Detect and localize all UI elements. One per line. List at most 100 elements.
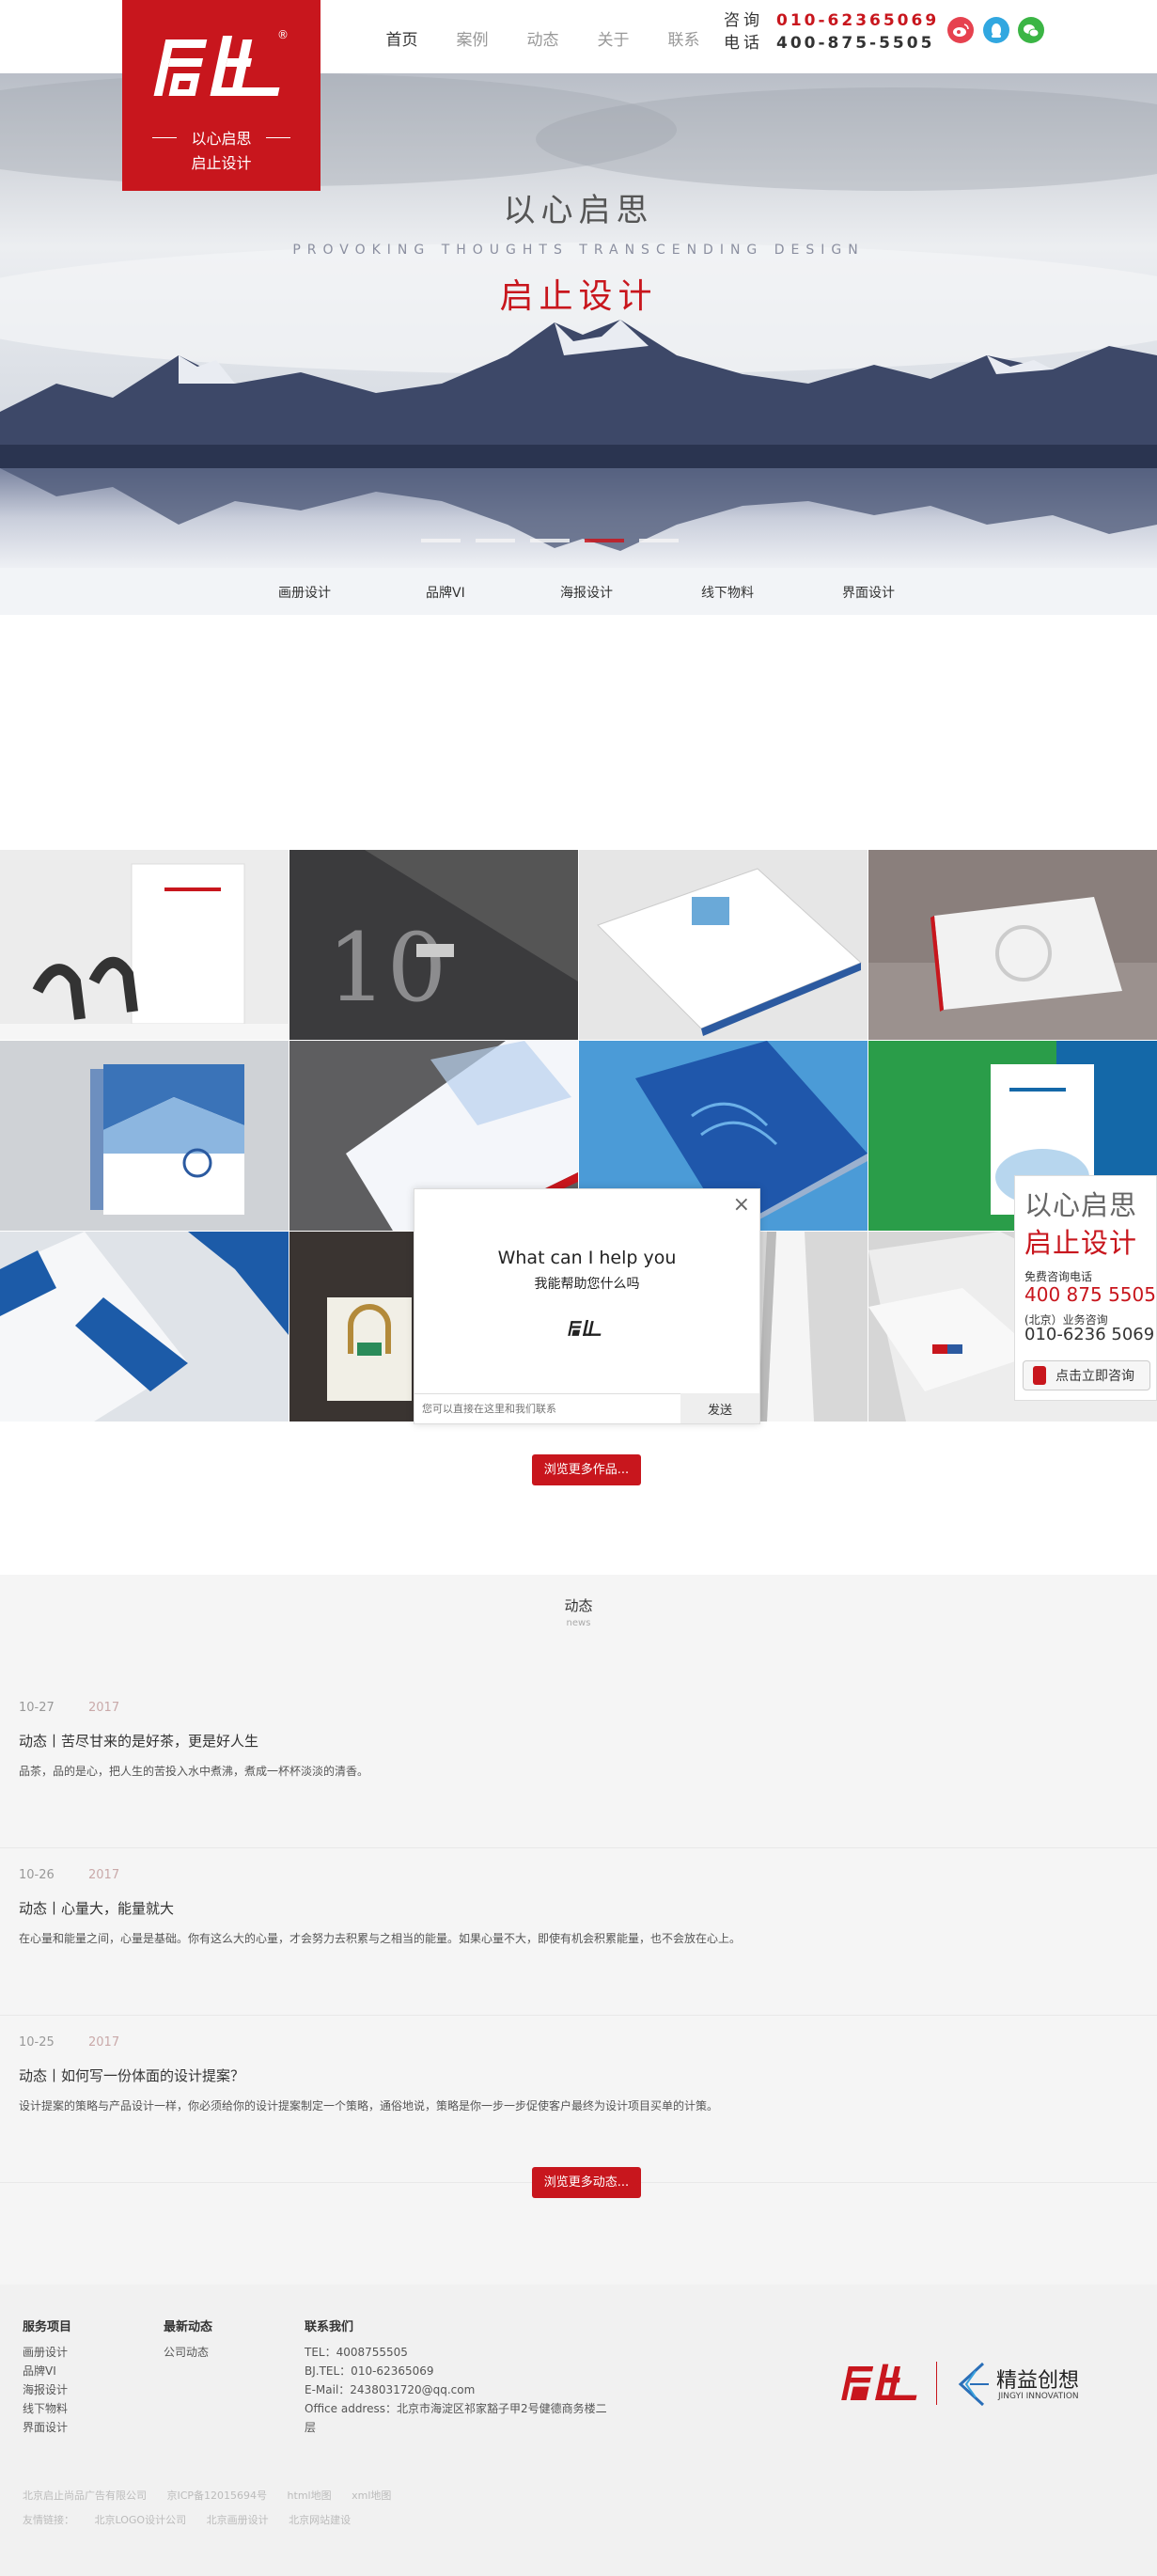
nav-contact[interactable]: 联系 (649, 26, 719, 50)
consult-label: 咨询 (724, 11, 763, 30)
main-nav: 首页 案例 动态 关于 联系 (367, 26, 719, 50)
footer-address: Office address：北京市海淀区祁家豁子甲2号健德商务楼二 (305, 2402, 607, 2415)
news-summary: 设计提案的策略与产品设计一样，你必须给你的设计提案制定一个策略，通俗地说，策略是… (19, 2099, 719, 2113)
news-summary: 在心量和能量之间，心量是基础。你有这么大的心量，才会努力去积累与之相当的能量。如… (19, 1932, 742, 1945)
slider-dot[interactable] (421, 539, 461, 542)
company-name: 北京启止尚品广告有限公司 (23, 2490, 147, 2502)
news-section: 动态 news 10-27 2017 动态丨苦尽甘来的是好茶，更是好人生 品茶，… (0, 1575, 1157, 2285)
header-contact: 咨询 010-62365069 电话 400-875-5505 (724, 9, 939, 55)
portfolio-item[interactable] (868, 850, 1157, 1040)
portfolio-item[interactable] (579, 850, 868, 1040)
news-year: 2017 (88, 1868, 120, 1882)
slider-dot[interactable] (639, 539, 679, 542)
news-item[interactable]: 10-26 2017 动态丨心量大，能量就大 在心量和能量之间，心量是基础。你有… (0, 1847, 1157, 2016)
consult-widget: 以心启思 启止设计 免费咨询电话 400 875 5505 (北京）业务咨询 0… (1014, 1175, 1157, 1401)
news-item[interactable]: 10-25 2017 动态丨如何写一份体面的设计提案？ 设计提案的策略与产品设计… (0, 2015, 1157, 2183)
news-date: 10-26 (19, 1868, 55, 1882)
footer-services: 服务项目 画册设计 品牌VI 海报设计 线下物料 界面设计 (23, 2318, 71, 2437)
nav-cases[interactable]: 案例 (437, 26, 508, 50)
footer-friend-links: 友情链接： 北京LOGO设计公司 北京画册设计 北京网站建设 (23, 2512, 367, 2527)
friend-link[interactable]: 北京网站建设 (289, 2514, 351, 2526)
category-brand-vi[interactable]: 品牌VI (426, 583, 465, 602)
news-year: 2017 (88, 2035, 120, 2050)
news-subtitle: news (566, 1618, 591, 1628)
nav-home[interactable]: 首页 (367, 26, 437, 50)
partner-name-en: JINGYI INNOVATION (998, 2392, 1079, 2401)
close-icon[interactable]: × (733, 1193, 750, 1217)
chat-heading: What can I help you (497, 1248, 677, 1268)
logo-tagline-1: 以心启思 (191, 130, 252, 148)
nav-news[interactable]: 动态 (508, 26, 578, 50)
qq-icon[interactable] (983, 17, 1009, 43)
footer-link[interactable]: 海报设计 (23, 2380, 71, 2399)
icp-number[interactable]: 京ICP备12015694号 (167, 2490, 268, 2502)
friend-link[interactable]: 北京画册设计 (207, 2514, 269, 2526)
footer-address-cont: 层 (305, 2421, 317, 2434)
portfolio-item[interactable]: 10 (289, 850, 578, 1040)
category-poster[interactable]: 海报设计 (560, 583, 613, 602)
phone-label: 电话 (724, 34, 763, 53)
consult-free-label: 免费咨询电话 (1024, 1270, 1093, 1283)
svg-text:10: 10 (327, 913, 446, 1023)
news-headline[interactable]: 动态丨苦尽甘来的是好茶，更是好人生 (19, 1731, 258, 1751)
consult-bj-number: 010-6236 5069 (1024, 1325, 1155, 1344)
logo-tagline-2: 启止设计 (191, 154, 252, 172)
more-works-button[interactable]: 浏览更多作品... (532, 1454, 641, 1485)
consult-number: 010-62365069 (776, 11, 940, 30)
footer-news: 最新动态 公司动态 (164, 2318, 212, 2362)
registered-mark-icon: ® (277, 28, 289, 41)
site-footer: 服务项目 画册设计 品牌VI 海报设计 线下物料 界面设计 最新动态 公司动态 … (0, 2285, 1157, 2576)
news-year: 2017 (88, 1701, 120, 1715)
friend-link[interactable]: 北京LOGO设计公司 (95, 2514, 187, 2526)
portfolio-item[interactable] (0, 1232, 289, 1422)
slider-dot-active[interactable] (585, 539, 624, 542)
site-logo[interactable]: ® 以心启思 启止设计 (122, 0, 321, 191)
portfolio-item[interactable] (0, 850, 289, 1040)
footer-brand-logo (841, 2364, 917, 2400)
banner-title: 以心启思 (503, 192, 654, 229)
category-brochure[interactable]: 画册设计 (278, 583, 331, 602)
chat-send-button[interactable]: 发送 (680, 1393, 759, 1423)
xml-sitemap-link[interactable]: xml地图 (352, 2490, 391, 2502)
consult-line2: 启止设计 (1024, 1227, 1138, 1259)
consult-now-button[interactable]: 点击立即咨询 (1023, 1360, 1150, 1390)
category-bar: 画册设计 品牌VI 海报设计 线下物料 界面设计 (0, 568, 1157, 615)
footer-services-title: 服务项目 (23, 2320, 72, 2334)
news-date: 10-25 (19, 2035, 55, 2050)
wechat-icon[interactable] (1018, 17, 1044, 43)
more-news-button[interactable]: 浏览更多动态... (532, 2167, 641, 2198)
footer-logo-divider (936, 2362, 937, 2405)
slider-dot[interactable] (530, 539, 570, 542)
portfolio-item[interactable] (0, 1041, 289, 1231)
chat-subheading: 我能帮助您什么吗 (534, 1277, 640, 1292)
category-ui[interactable]: 界面设计 (842, 583, 895, 602)
footer-news-title: 最新动态 (164, 2320, 213, 2334)
footer-contact: 联系我们 TEL：4008755505 BJ.TEL：010-62365069 … (305, 2318, 615, 2437)
chat-popup: × What can I help you 我能帮助您什么吗 发送 (414, 1188, 760, 1424)
footer-link[interactable]: 界面设计 (23, 2418, 71, 2437)
partner-name: 精益创想 (996, 2369, 1080, 2393)
weibo-icon[interactable] (947, 17, 974, 43)
footer-link[interactable]: 品牌VI (23, 2362, 71, 2380)
chat-logo-icon (568, 1320, 602, 1336)
html-sitemap-link[interactable]: html地图 (288, 2490, 332, 2502)
slider-dot[interactable] (476, 539, 515, 542)
footer-bj-tel: BJ.TEL：010-62365069 (305, 2364, 434, 2378)
news-headline[interactable]: 动态丨如何写一份体面的设计提案？ (19, 2066, 244, 2085)
footer-link[interactable]: 画册设计 (23, 2343, 71, 2362)
nav-about[interactable]: 关于 (578, 26, 649, 50)
footer-link[interactable]: 公司动态 (164, 2343, 212, 2362)
friend-links-label: 友情链接： (23, 2514, 74, 2526)
footer-copyright: 北京启止尚品广告有限公司 京ICP备12015694号 html地图 xml地图 (23, 2488, 408, 2503)
phone-number: 400-875-5505 (776, 34, 935, 53)
news-item[interactable]: 10-27 2017 动态丨苦尽甘来的是好茶，更是好人生 品茶，品的是心，把人生… (0, 1680, 1157, 1848)
consult-line1: 以心启思 (1024, 1189, 1138, 1221)
category-offline[interactable]: 线下物料 (701, 583, 754, 602)
consult-button-label: 点击立即咨询 (1055, 1369, 1134, 1384)
news-headline[interactable]: 动态丨心量大，能量就大 (19, 1898, 174, 1918)
footer-link[interactable]: 线下物料 (23, 2399, 71, 2418)
phone-icon (1033, 1366, 1046, 1385)
chat-message-input[interactable] (414, 1393, 680, 1423)
consult-free-number: 400 875 5505 (1024, 1283, 1156, 1306)
jingyi-logo-icon (958, 2362, 989, 2407)
